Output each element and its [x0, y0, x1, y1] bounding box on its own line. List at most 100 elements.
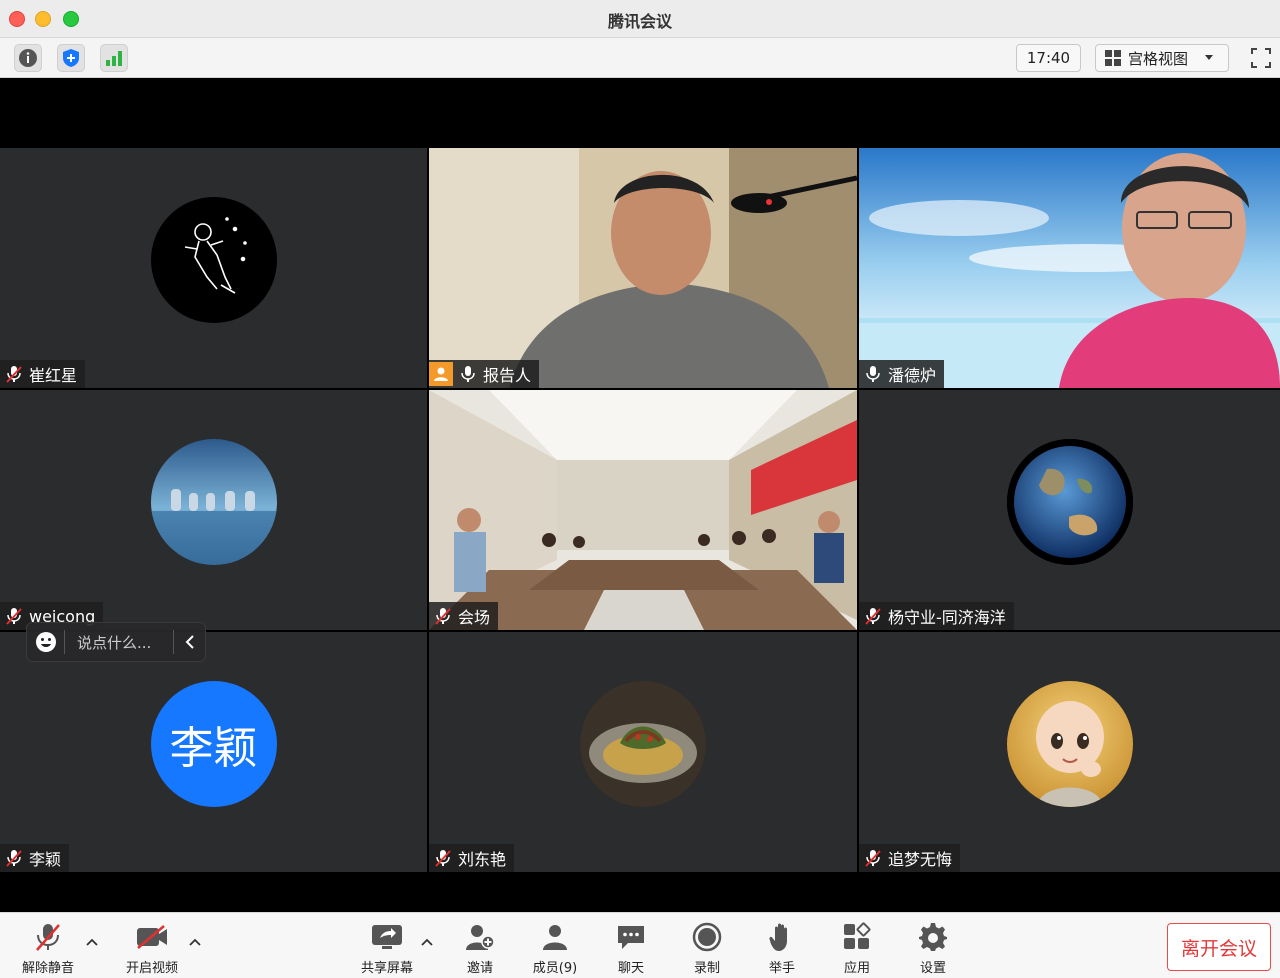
raise-hand-button[interactable]: 举手: [746, 921, 818, 976]
participant-name: 刘东艳: [458, 850, 507, 869]
mic-icon: [461, 366, 475, 382]
invite-button[interactable]: 邀请: [444, 921, 516, 976]
unmute-button[interactable]: 解除静音: [12, 921, 84, 976]
start-video-label: 开启视频: [125, 961, 178, 976]
mic-icon: [866, 366, 880, 382]
avatar: [150, 197, 277, 323]
unmute-label: 解除静音: [21, 961, 74, 976]
participant-tile[interactable]: 杨守业-同济海洋: [859, 390, 1280, 630]
leave-meeting-button[interactable]: 离开会议: [1167, 923, 1271, 971]
participant-name: 追梦无悔: [888, 850, 953, 869]
mic-muted-icon: [865, 850, 881, 867]
settings-button[interactable]: 设置: [897, 921, 969, 976]
apps-button[interactable]: 应用: [821, 921, 893, 976]
shield-icon: [63, 49, 79, 67]
emoji-button[interactable]: [27, 630, 65, 654]
fullscreen-icon: [1251, 48, 1271, 68]
hand-icon: [769, 923, 787, 951]
participant-name-tag: 李颖: [0, 844, 70, 872]
apps-label: 应用: [843, 961, 870, 976]
participant-name-tag: 崔红星: [0, 360, 86, 388]
participant-name-tag: 报告人: [429, 360, 540, 388]
chevron-up-icon: [189, 938, 201, 946]
video-options-button[interactable]: [188, 935, 202, 949]
participant-tile[interactable]: 会场: [429, 390, 857, 630]
chevron-up-icon: [86, 938, 98, 946]
info-icon: [19, 49, 37, 67]
invite-label: 邀请: [466, 961, 493, 976]
record-icon: [692, 922, 722, 952]
mic-muted-icon: [865, 608, 881, 625]
avatar: [1006, 439, 1133, 565]
astronaut-icon: [184, 217, 247, 294]
fullscreen-button[interactable]: [1247, 44, 1275, 72]
settings-label: 设置: [919, 961, 946, 976]
participant-name: 报告人: [483, 366, 532, 385]
chevron-up-icon: [421, 938, 433, 946]
host-icon: [429, 362, 453, 386]
participant-name: 李颖: [29, 850, 62, 869]
participant-tile[interactable]: 崔红星: [0, 148, 427, 388]
mic-muted-icon: [6, 608, 22, 625]
earth-globe-photo: [1006, 439, 1133, 565]
conference-room-video: [429, 390, 857, 630]
share-screen-label: 共享屏幕: [360, 961, 413, 976]
meeting-info-button[interactable]: [14, 44, 42, 72]
window-title: 腾讯会议: [607, 12, 672, 31]
participant-tile[interactable]: 李颖 李颖: [0, 632, 427, 872]
mic-muted-icon: [6, 366, 22, 383]
security-button[interactable]: [57, 44, 85, 72]
participant-name: 杨守业-同济海洋: [888, 608, 1006, 627]
apps-icon: [844, 922, 871, 949]
participant-tile-active-speaker[interactable]: 报告人: [429, 148, 857, 388]
participant-name-tag: 刘东艳: [429, 844, 515, 872]
participant-tile[interactable]: 潘德炉: [859, 148, 1280, 388]
grid-view-icon: [1105, 50, 1121, 66]
chat-input[interactable]: 说点什么...: [65, 632, 173, 653]
participant-grid: 崔红星 报告人 潘德炉 weicong 会场 杨守业-同济海洋 李颖 李颖 刘东…: [0, 148, 1280, 872]
dropdown-arrow-icon: [1205, 55, 1214, 60]
collapse-chat-button[interactable]: [173, 630, 205, 654]
avatar: 李颖: [150, 681, 277, 807]
signal-bars-icon: [106, 51, 122, 66]
participant-name-tag: 杨守业-同济海洋: [859, 602, 1014, 630]
members-icon: [543, 925, 567, 950]
participant-video: [859, 148, 1280, 388]
gear-icon: [919, 923, 947, 951]
record-label: 录制: [693, 961, 720, 976]
food-dish-photo: [580, 681, 706, 807]
share-screen-button[interactable]: 共享屏幕: [351, 921, 423, 976]
speaker-video: [429, 148, 857, 388]
chat-label: 聊天: [617, 961, 644, 976]
participant-tile[interactable]: 追梦无悔: [859, 632, 1280, 872]
mic-muted-icon: [435, 850, 451, 867]
add-user-icon: [466, 925, 495, 950]
participant-name-tag: 会场: [429, 602, 499, 630]
view-mode-dropdown[interactable]: 宫格视图: [1095, 44, 1229, 72]
audio-options-button[interactable]: [85, 935, 99, 949]
chat-button[interactable]: 聊天: [595, 921, 667, 976]
members-button[interactable]: 成员(9): [519, 921, 591, 976]
chevron-left-icon: [185, 635, 194, 649]
participant-name-tag: 潘德炉: [859, 360, 945, 388]
avatar: [150, 439, 277, 565]
share-options-button[interactable]: [420, 935, 434, 949]
meeting-clock: 17:40: [1016, 44, 1081, 72]
mic-muted-icon: [36, 924, 60, 951]
cartoon-monk-photo: [1006, 681, 1133, 807]
camera-off-icon: [137, 925, 167, 949]
participant-tile[interactable]: 刘东艳: [429, 632, 857, 872]
avatar-initials: 李颖: [169, 723, 258, 774]
title-bar: 腾讯会议: [0, 0, 1280, 38]
participant-tile[interactable]: weicong: [0, 390, 427, 630]
mic-muted-icon: [435, 608, 451, 625]
city-skyline-photo: [150, 439, 277, 565]
start-video-button[interactable]: 开启视频: [116, 921, 188, 976]
record-button[interactable]: 录制: [671, 921, 743, 976]
network-status-button[interactable]: [100, 44, 128, 72]
smiley-icon: [35, 632, 56, 652]
raise-hand-label: 举手: [768, 961, 795, 976]
share-screen-icon: [372, 925, 402, 949]
avatar: [580, 681, 706, 807]
view-mode-label: 宫格视图: [1128, 49, 1189, 68]
